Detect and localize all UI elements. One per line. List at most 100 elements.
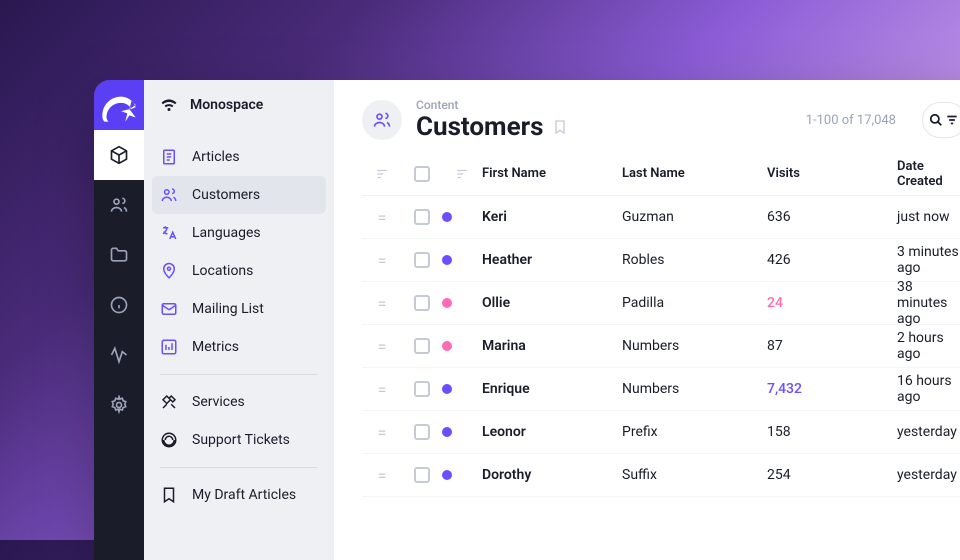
drag-handle[interactable]: = [362, 251, 402, 270]
row-checkbox-cell[interactable] [402, 295, 442, 311]
row-checkbox-cell[interactable] [402, 424, 442, 440]
people-icon [109, 195, 129, 215]
bookmark-icon[interactable] [552, 119, 568, 135]
drag-handle[interactable]: = [362, 208, 402, 227]
table-row[interactable]: =HeatherRobles4263 minutes ago [362, 239, 960, 282]
people-icon [372, 110, 392, 130]
search-icon [929, 113, 943, 127]
rail-item-box[interactable] [94, 130, 144, 180]
first-name-cell: Ollie [482, 295, 622, 311]
sidebar: Monospace Articles Customers Languages L… [144, 80, 334, 560]
sidebar-item-customers[interactable]: Customers [152, 176, 326, 214]
status-cell [442, 427, 482, 437]
rail-item-info[interactable] [94, 280, 144, 330]
search-filter-button[interactable] [922, 102, 960, 138]
sidebar-item-services[interactable]: Services [144, 383, 334, 421]
status-dot [442, 470, 452, 480]
sidebar-item-label: Mailing List [192, 301, 264, 317]
column-date-created[interactable]: Date Created [897, 159, 960, 189]
rabbit-icon [94, 80, 144, 130]
status-dot [442, 212, 452, 222]
table-row[interactable]: =MarinaNumbers872 hours ago [362, 325, 960, 368]
nav-section: Articles Customers Languages Locations M… [144, 130, 334, 522]
table-row[interactable]: =OlliePadilla2438 minutes ago [362, 282, 960, 325]
last-name-cell: Robles [622, 252, 767, 268]
drag-handle[interactable]: = [362, 294, 402, 313]
app-logo[interactable] [94, 80, 144, 130]
status-cell [442, 341, 482, 351]
row-checkbox-cell[interactable] [402, 381, 442, 397]
select-all-column[interactable] [402, 166, 442, 182]
sidebar-item-label: Services [192, 394, 245, 410]
sidebar-item-label: Locations [192, 263, 253, 279]
checkbox[interactable] [414, 252, 430, 268]
drag-handle[interactable]: = [362, 337, 402, 356]
row-checkbox-cell[interactable] [402, 467, 442, 483]
status-dot [442, 384, 452, 394]
customers-table: First Name Last Name Visits Date Created… [334, 152, 960, 560]
column-last-name[interactable]: Last Name [622, 166, 767, 181]
sidebar-item-mailing[interactable]: Mailing List [144, 290, 334, 328]
sidebar-item-label: Metrics [192, 339, 239, 355]
checkbox[interactable] [414, 209, 430, 225]
checkbox[interactable] [414, 166, 430, 182]
table-row[interactable]: =LeonorPrefix158yesterday [362, 411, 960, 454]
lifebuoy-icon [160, 431, 178, 449]
table-row[interactable]: =KeriGuzman636just now [362, 196, 960, 239]
visits-cell: 636 [767, 209, 897, 225]
first-name-cell: Dorothy [482, 467, 622, 483]
visits-cell: 24 [767, 295, 897, 311]
cube-icon [109, 145, 129, 165]
activity-icon [109, 345, 129, 365]
status-dot [442, 427, 452, 437]
checkbox[interactable] [414, 338, 430, 354]
sidebar-item-metrics[interactable]: Metrics [144, 328, 334, 366]
folder-icon [109, 245, 129, 265]
sidebar-item-languages[interactable]: Languages [144, 214, 334, 252]
nav-divider [160, 374, 318, 375]
checkbox[interactable] [414, 467, 430, 483]
info-icon [109, 295, 129, 315]
drag-handle[interactable]: = [362, 423, 402, 442]
mail-icon [160, 300, 178, 318]
visits-cell: 87 [767, 338, 897, 354]
rail-item-activity[interactable] [94, 330, 144, 380]
header-text: Content Customers [416, 98, 792, 142]
last-name-cell: Numbers [622, 338, 767, 354]
main-content: Content Customers 1-100 of 17,048 [334, 80, 960, 560]
status-cell [442, 470, 482, 480]
header-icon-circle [362, 100, 402, 140]
drag-handle[interactable]: = [362, 380, 402, 399]
sidebar-item-locations[interactable]: Locations [144, 252, 334, 290]
table-row[interactable]: =EnriqueNumbers7,43216 hours ago [362, 368, 960, 411]
drag-handle[interactable]: = [362, 466, 402, 485]
date-cell: yesterday [897, 467, 960, 483]
first-name-cell: Keri [482, 209, 622, 225]
sort-column[interactable] [362, 167, 402, 181]
column-visits[interactable]: Visits [767, 166, 897, 181]
table-row[interactable]: =DorothySuffix254yesterday [362, 454, 960, 497]
rail-item-folder[interactable] [94, 230, 144, 280]
chart-icon [160, 338, 178, 356]
sort-icon [375, 167, 389, 181]
column-first-name[interactable]: First Name [482, 166, 622, 181]
rail-item-settings[interactable] [94, 380, 144, 430]
last-name-cell: Padilla [622, 295, 767, 311]
checkbox[interactable] [414, 295, 430, 311]
row-checkbox-cell[interactable] [402, 338, 442, 354]
row-checkbox-cell[interactable] [402, 209, 442, 225]
first-name-cell: Enrique [482, 381, 622, 397]
rail-item-people[interactable] [94, 180, 144, 230]
workspace-selector[interactable]: Monospace [144, 80, 334, 130]
status-dot [442, 341, 452, 351]
checkbox[interactable] [414, 424, 430, 440]
status-cell [442, 255, 482, 265]
bookmark-icon [160, 486, 178, 504]
sidebar-item-articles[interactable]: Articles [144, 138, 334, 176]
sort-column-2[interactable] [442, 167, 482, 181]
sidebar-item-drafts[interactable]: My Draft Articles [144, 476, 334, 514]
row-checkbox-cell[interactable] [402, 252, 442, 268]
sidebar-item-support[interactable]: Support Tickets [144, 421, 334, 459]
pagination-info: 1-100 of 17,048 [806, 113, 896, 128]
checkbox[interactable] [414, 381, 430, 397]
